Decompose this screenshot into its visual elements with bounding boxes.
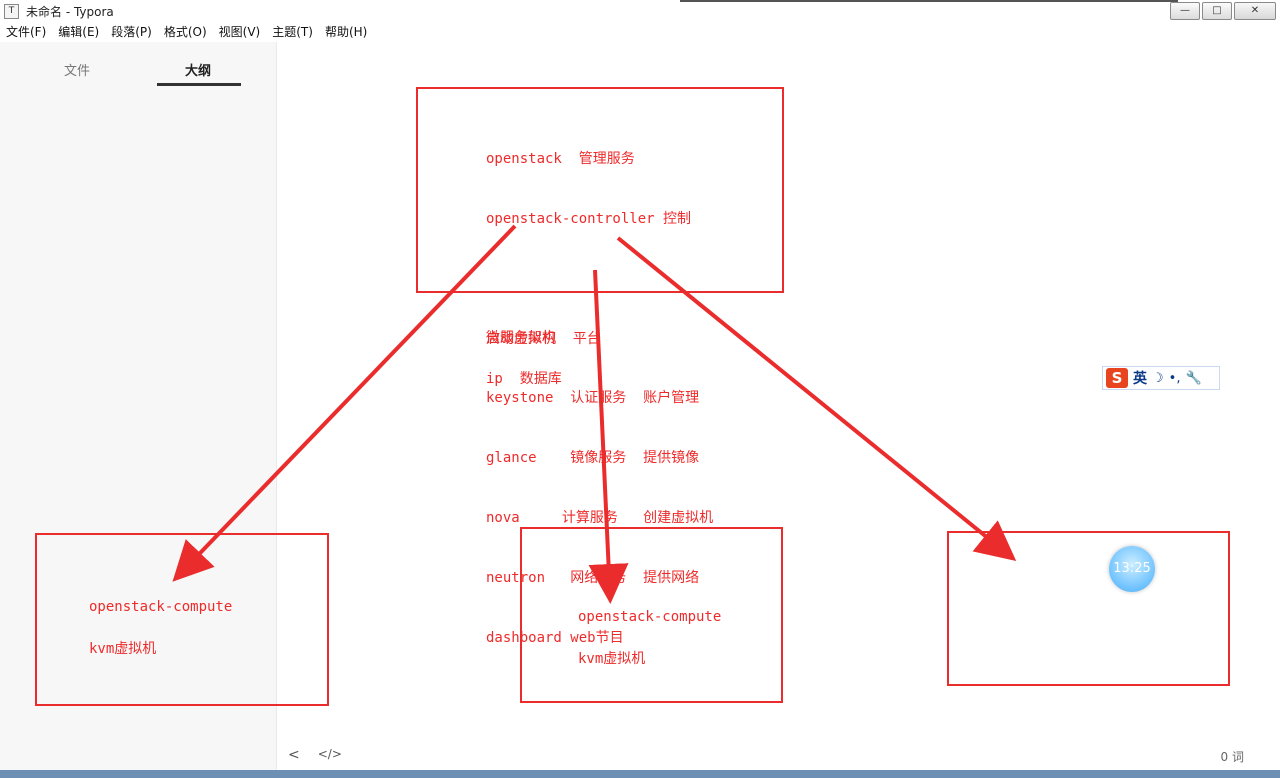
- word-count[interactable]: 0 词: [1221, 748, 1244, 765]
- start-vm-text: 启动虚拟机 平台: [486, 331, 601, 347]
- right-annotation-box: [947, 531, 1230, 686]
- title-bar-decoration: [680, 0, 1178, 2]
- top-box-line: nova 计算服务 创建虚拟机: [486, 510, 714, 526]
- ime-language-toggle[interactable]: 英: [1133, 368, 1147, 388]
- wrench-icon[interactable]: 🔧: [1185, 371, 1201, 386]
- menu-view[interactable]: 视图(V): [219, 22, 261, 42]
- top-box-line: glance 镜像服务 提供镜像: [486, 450, 700, 466]
- title-bar: T 未命名 - Typora — □ ✕: [0, 0, 1280, 23]
- menu-edit[interactable]: 编辑(E): [58, 22, 99, 42]
- typora-app-icon[interactable]: T: [4, 4, 19, 19]
- menu-help[interactable]: 帮助(H): [325, 22, 367, 42]
- center-annotation-box: [520, 527, 783, 703]
- ip-db-text: ip 数据库: [486, 371, 562, 387]
- menu-format[interactable]: 格式(O): [164, 22, 207, 42]
- maximize-button[interactable]: □: [1202, 2, 1232, 20]
- window-title: 未命名 - Typora: [26, 5, 114, 19]
- top-annotation-box: [416, 87, 784, 293]
- active-tab-indicator: [157, 83, 241, 86]
- close-button[interactable]: ✕: [1234, 2, 1276, 20]
- punctuation-icon[interactable]: •,: [1169, 371, 1181, 386]
- taskbar-edge: [0, 770, 1280, 778]
- window-controls: — □ ✕: [1170, 2, 1276, 20]
- minimize-button[interactable]: —: [1170, 2, 1200, 20]
- menu-bar: 文件(F) 编辑(E) 段落(P) 格式(O) 视图(V) 主题(T) 帮助(H…: [0, 22, 1280, 42]
- source-mode-icon[interactable]: </>: [318, 747, 342, 763]
- top-box-line: keystone 认证服务 账户管理: [486, 390, 700, 406]
- menu-paragraph[interactable]: 段落(P): [111, 22, 152, 42]
- menu-theme[interactable]: 主题(T): [272, 22, 313, 42]
- tab-outline[interactable]: 大纲: [185, 60, 211, 79]
- ime-toolbar[interactable]: S 英 ☽ •, 🔧: [1102, 366, 1220, 390]
- menu-file[interactable]: 文件(F): [6, 22, 46, 42]
- tab-files[interactable]: 文件: [64, 60, 90, 79]
- toggle-sidebar-icon[interactable]: <: [288, 747, 300, 763]
- clock-widget[interactable]: 13:25: [1109, 546, 1155, 592]
- sogou-logo-icon[interactable]: S: [1106, 368, 1128, 388]
- editor-footer-controls: < </>: [288, 747, 342, 763]
- moon-icon[interactable]: ☽: [1152, 371, 1164, 386]
- left-annotation-box: [35, 533, 329, 706]
